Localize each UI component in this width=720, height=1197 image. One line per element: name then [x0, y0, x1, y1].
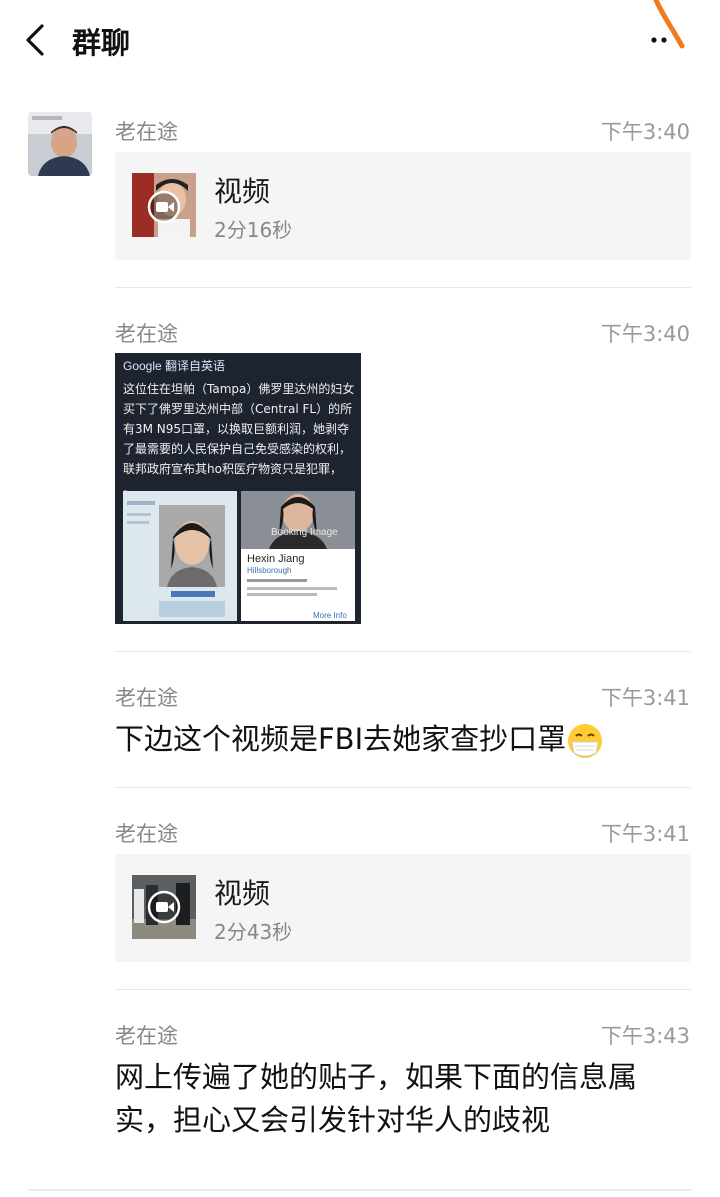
- back-arrow-icon[interactable]: [22, 22, 52, 58]
- divider: [28, 1189, 692, 1191]
- person-location: Hillsborough: [247, 566, 291, 575]
- video-message[interactable]: 视频 2分16秒: [115, 152, 691, 260]
- sender-name: 老在途: [115, 322, 178, 346]
- message-time: 下午3:41: [600, 686, 690, 710]
- person-name: Hexin Jiang: [247, 553, 304, 565]
- message-text: 下边这个视频是FBI去她家查抄口罩: [115, 722, 567, 756]
- divider: [115, 989, 691, 990]
- message-time: 下午3:40: [600, 322, 690, 346]
- divider: [115, 787, 691, 788]
- more-info-link: More Info: [313, 611, 347, 620]
- mask-face-emoji-icon: [568, 724, 603, 758]
- message-time: 下午3:43: [600, 1024, 690, 1048]
- text-message[interactable]: 下边这个视频是FBI去她家查抄口罩: [115, 718, 685, 761]
- video-title: 视频: [214, 877, 271, 910]
- video-message[interactable]: 视频 2分43秒: [115, 854, 691, 962]
- translate-header: Google 翻译自英语: [123, 359, 226, 373]
- text-message[interactable]: 网上传遍了她的贴子，如果下面的信息属实，担心又会引发针对华人的歧视: [115, 1056, 685, 1142]
- avatar[interactable]: [28, 112, 92, 176]
- message-time: 下午3:41: [600, 822, 690, 846]
- video-thumbnail: [132, 173, 196, 237]
- video-duration: 2分43秒: [214, 920, 293, 944]
- divider: [115, 651, 691, 652]
- image-caption-text: 这位住在坦帕（Tampa）佛罗里达州的妇女买下了佛罗里达州中部（Central …: [123, 382, 355, 496]
- message-time: 下午3:40: [600, 120, 690, 144]
- mugshot-panels: Booking Image Hexin Jiang Hillsborough M…: [123, 491, 355, 621]
- video-duration: 2分16秒: [214, 218, 293, 242]
- sender-name: 老在途: [115, 120, 178, 144]
- page-title: 群聊: [72, 26, 131, 60]
- watermark-text: Booking Image: [271, 527, 338, 538]
- chat-header: 群聊: [0, 0, 720, 80]
- sender-name: 老在途: [115, 1024, 178, 1048]
- video-title: 视频: [214, 175, 271, 208]
- image-message[interactable]: Google 翻译自英语 这位住在坦帕（Tampa）佛罗里达州的妇女买下了佛罗里…: [115, 353, 361, 624]
- annotation-mark: [653, 0, 685, 49]
- sender-name: 老在途: [115, 686, 178, 710]
- sender-name: 老在途: [115, 822, 178, 846]
- video-thumbnail: [132, 875, 196, 939]
- divider: [115, 287, 691, 288]
